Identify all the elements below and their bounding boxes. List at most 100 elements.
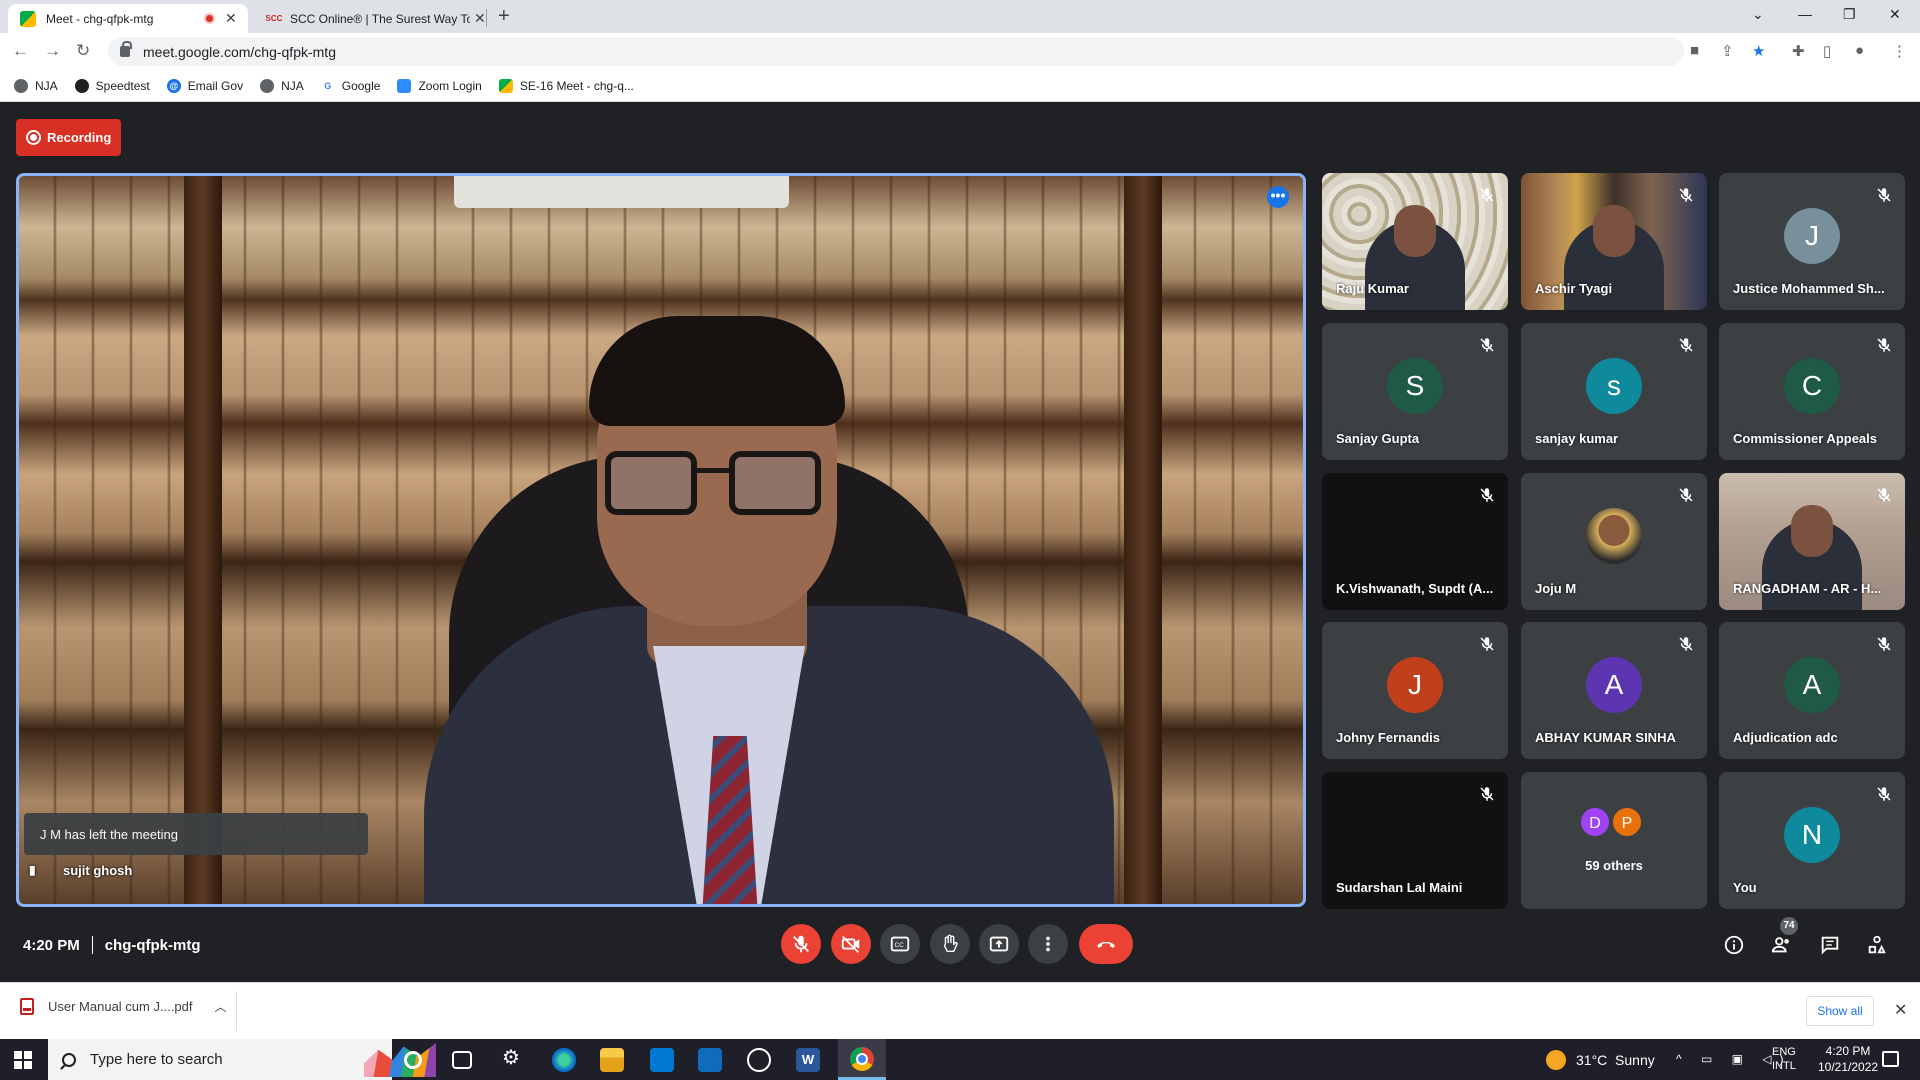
clock-date: 10/21/2022 <box>1818 1060 1879 1074</box>
recording-badge[interactable]: Recording <box>16 119 121 156</box>
participant-tile[interactable]: Joju M <box>1521 473 1707 610</box>
chevron-up-icon[interactable]: ︿ <box>215 998 227 1015</box>
participant-tile[interactable]: Aschir Tyagi <box>1521 173 1707 310</box>
participant-tile[interactable]: Sudarshan Lal Maini <box>1322 772 1508 909</box>
bookmark-label: Speedtest <box>95 78 150 93</box>
shelf-pillar <box>184 176 222 904</box>
profile-icon[interactable]: ● <box>1855 42 1864 59</box>
close-tab-icon[interactable]: ✕ <box>474 10 486 27</box>
menu-icon[interactable]: ⋮ <box>1892 42 1907 60</box>
bookmark-zoom-login[interactable]: Zoom Login <box>397 78 482 93</box>
bookmark-speedtest[interactable]: Speedtest <box>74 78 150 93</box>
more-vert-icon <box>1046 936 1050 952</box>
meeting-details-button[interactable] <box>1721 932 1747 958</box>
participant-tile[interactable]: A Adjudication adc <box>1719 622 1905 759</box>
reload-icon[interactable]: ↻ <box>76 41 90 61</box>
camera-toggle-button[interactable] <box>831 924 871 964</box>
participant-name: Johny Fernandis <box>1336 730 1441 745</box>
bookmark-nja[interactable]: NJA <box>14 78 58 93</box>
show-all-button[interactable]: Show all <box>1806 996 1874 1026</box>
language-indicator[interactable]: ENG INTL <box>1772 1045 1796 1073</box>
chrome-taskbar-button[interactable] <box>838 1039 886 1080</box>
participant-tile[interactable]: A ABHAY KUMAR SINHA <box>1521 622 1707 759</box>
word-icon[interactable]: W <box>796 1048 820 1072</box>
taskbar-clock[interactable]: 4:20 PM 10/21/2022 <box>1818 1043 1878 1075</box>
participant-tile[interactable]: D P 59 others <box>1521 772 1707 909</box>
present-button[interactable] <box>979 924 1019 964</box>
new-tab-icon[interactable]: + <box>498 5 510 28</box>
participant-tile[interactable]: K.Vishwanath, Supdt (A... <box>1322 473 1508 610</box>
glasses <box>729 451 821 515</box>
address-bar[interactable]: meet.google.com/chg-qfpk-mtg <box>108 37 1684 66</box>
mic-off-icon <box>1478 186 1496 204</box>
task-view-icon[interactable] <box>452 1051 472 1069</box>
participant-tile[interactable]: J Johny Fernandis <box>1322 622 1508 759</box>
mail-icon[interactable] <box>698 1048 722 1072</box>
edge-icon[interactable] <box>552 1048 576 1072</box>
restore-icon[interactable]: ❐ <box>1843 6 1856 23</box>
ac-unit <box>454 176 789 208</box>
close-downloads-icon[interactable]: ✕ <box>1894 1000 1907 1020</box>
cortana-icon[interactable] <box>404 1051 422 1069</box>
taskbar-search[interactable]: Type here to search <box>48 1039 436 1080</box>
speaker-name: sujit ghosh <box>63 862 133 878</box>
weather-widget[interactable]: 31°C Sunny <box>1546 1050 1655 1070</box>
mic-off-icon <box>1478 486 1496 504</box>
back-icon[interactable]: ← <box>12 41 29 61</box>
side-panel-icon[interactable]: ▯ <box>1823 42 1831 60</box>
settings-icon[interactable]: ⚙ <box>502 1045 526 1069</box>
start-button[interactable] <box>14 1051 32 1069</box>
tab-strip: Meet - chg-qfpk-mtg ✕ SCC SCC Online® | … <box>0 0 1920 33</box>
bookmark-label: Google <box>341 78 381 93</box>
more-actions-button[interactable] <box>1028 924 1068 964</box>
globe-icon <box>14 78 28 93</box>
notifications-icon[interactable] <box>1882 1051 1899 1067</box>
bookmark-nja-2[interactable]: NJA <box>260 78 304 93</box>
close-tab-icon[interactable]: ✕ <box>225 10 237 27</box>
globe-icon <box>260 78 275 93</box>
mic-off-icon <box>1677 186 1695 204</box>
store-icon[interactable] <box>650 1048 674 1072</box>
extensions-icon[interactable]: ✚ <box>1792 42 1805 60</box>
bookmark-star-icon[interactable]: ★ <box>1752 42 1765 60</box>
participant-tile[interactable]: J Justice Mohammed Sh... <box>1719 173 1905 310</box>
close-window-icon[interactable]: ✕ <box>1889 6 1901 23</box>
search-highlight-art <box>364 1043 436 1077</box>
participant-avatar: A <box>1586 656 1642 713</box>
chat-button[interactable] <box>1817 932 1843 958</box>
speedtest-app-icon[interactable] <box>747 1048 771 1072</box>
mic-off-icon <box>1677 336 1695 354</box>
participant-tile[interactable]: C Commissioner Appeals <box>1719 323 1905 460</box>
participant-tile[interactable]: N You <box>1719 772 1905 909</box>
participant-tile[interactable]: S Sanjay Gupta <box>1322 323 1508 460</box>
more-options-button[interactable]: ••• <box>1267 186 1289 208</box>
sun-icon <box>1546 1050 1566 1070</box>
tab-search-icon[interactable]: ⌄ <box>1752 6 1764 23</box>
participant-tile[interactable]: s sanjay kumar <box>1521 323 1707 460</box>
leave-call-button[interactable] <box>1079 924 1133 964</box>
captions-button[interactable]: CC <box>880 924 920 964</box>
bookmark-google[interactable]: G Google <box>320 78 381 93</box>
chrome-icon <box>850 1047 874 1071</box>
participant-tile[interactable]: Raju Kumar <box>1322 173 1508 310</box>
main-speaker-name-tag: ▮ sujit ghosh <box>29 856 132 884</box>
main-speaker-tile[interactable]: ••• J M has left the meeting ▮ sujit gho… <box>16 173 1306 907</box>
activities-button[interactable] <box>1864 932 1890 958</box>
file-explorer-icon[interactable] <box>600 1048 624 1072</box>
share-icon[interactable]: ⇪ <box>1721 42 1734 60</box>
download-item[interactable]: User Manual cum J....pdf ︿ <box>20 998 227 1015</box>
mic-off-icon <box>1875 336 1893 354</box>
mic-toggle-button[interactable] <box>781 924 821 964</box>
bookmark-se16-meet[interactable]: SE-16 Meet - chg-q... <box>498 78 634 93</box>
tab-meet[interactable]: Meet - chg-qfpk-mtg ✕ <box>8 4 248 33</box>
camera-icon[interactable]: ■ <box>1690 42 1699 59</box>
tab-scc-online[interactable]: SCC SCC Online® | The Surest Way To ✕ <box>252 4 488 33</box>
meeting-code: chg-qfpk-mtg <box>104 936 201 954</box>
minimize-icon[interactable]: — <box>1798 6 1812 22</box>
bookmark-email-gov[interactable]: @ Email Gov <box>166 78 243 93</box>
people-button[interactable] <box>1769 932 1795 958</box>
participant-name: Justice Mohammed Sh... <box>1733 281 1885 296</box>
forward-icon[interactable]: → <box>44 41 61 61</box>
participant-tile[interactable]: RANGADHAM - AR - H... <box>1719 473 1905 610</box>
raise-hand-button[interactable] <box>930 924 970 964</box>
